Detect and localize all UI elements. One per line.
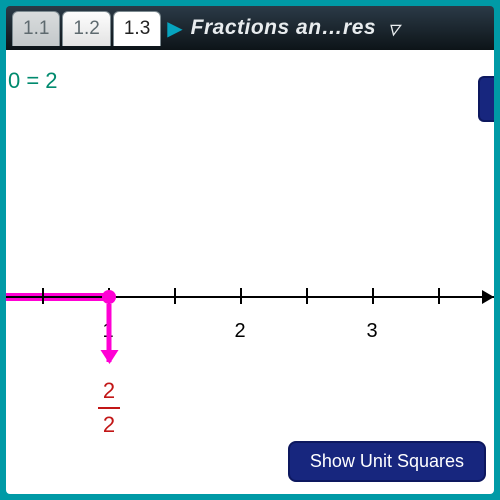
tick <box>372 288 374 304</box>
axis-line <box>6 296 494 298</box>
tick <box>42 288 44 304</box>
arrow-right-icon <box>482 290 494 304</box>
tab-1-3[interactable]: 1.3 <box>113 11 161 46</box>
doc-title-text: Fractions an…res <box>191 16 376 39</box>
tick <box>174 288 176 304</box>
tick-label: 3 <box>366 320 377 343</box>
right-panel-handle[interactable] <box>478 76 494 122</box>
doc-title[interactable]: Fractions an…res ▽ <box>191 16 488 40</box>
tick <box>438 288 440 304</box>
chevron-right-icon: ▶ <box>167 16 182 41</box>
show-unit-squares-button[interactable]: Show Unit Squares <box>288 441 486 482</box>
work-area: 0 = 2 1 2 3 2 2 Sh <box>6 50 494 494</box>
app-frame: 1.1 1.2 1.3 ▶ Fractions an…res ▽ 0 = 2 1… <box>0 0 500 500</box>
tab-strip: 1.1 1.2 1.3 <box>12 11 161 46</box>
marker-dot[interactable] <box>102 290 116 304</box>
marker-arrow-down-icon <box>107 304 112 362</box>
tab-1-1[interactable]: 1.1 <box>12 11 60 46</box>
tick <box>240 288 242 304</box>
equation-text: 0 = 2 <box>8 68 58 94</box>
fraction-bar <box>98 407 120 409</box>
tick <box>306 288 308 304</box>
tab-1-2[interactable]: 1.2 <box>62 11 110 46</box>
dropdown-icon: ▽ <box>388 21 399 37</box>
fraction-denominator: 2 <box>98 412 120 438</box>
number-line: 1 2 3 2 2 <box>6 296 494 406</box>
fraction-numerator: 2 <box>98 378 120 404</box>
top-bar: 1.1 1.2 1.3 ▶ Fractions an…res ▽ <box>6 6 494 50</box>
tick-label: 2 <box>234 320 245 343</box>
fraction-label: 2 2 <box>98 378 120 438</box>
